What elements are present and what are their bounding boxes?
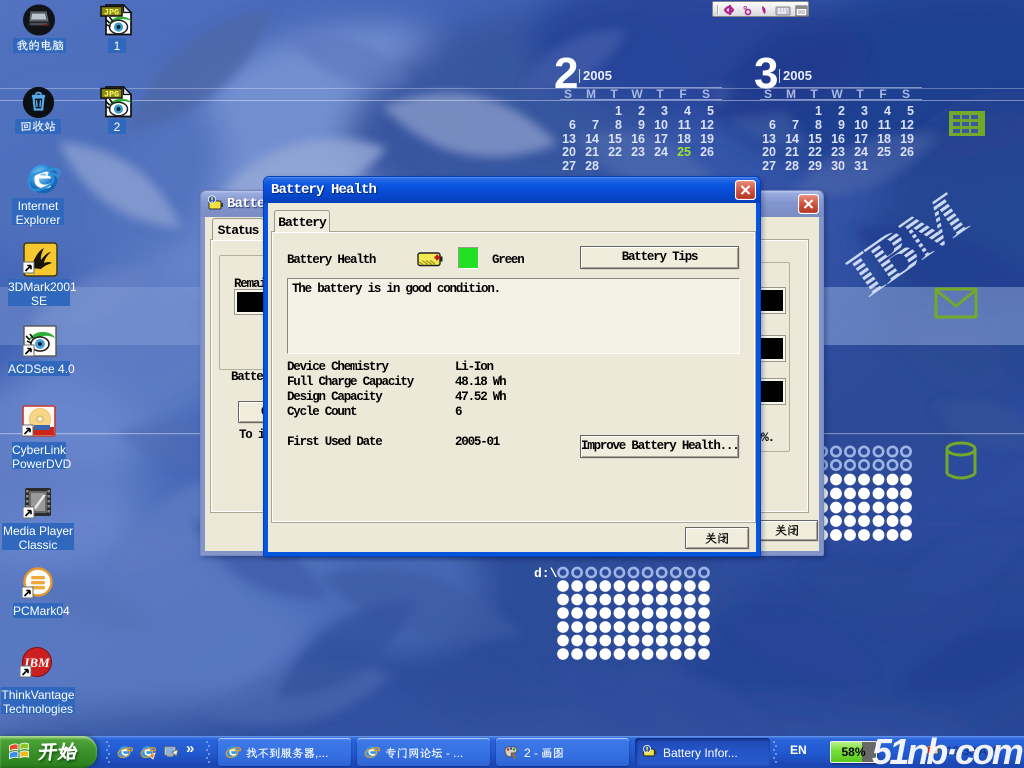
svg-text:JPG: JPG	[104, 7, 119, 17]
svg-text:d:\: d:\	[534, 566, 558, 581]
svg-text:JPG: JPG	[104, 89, 119, 99]
